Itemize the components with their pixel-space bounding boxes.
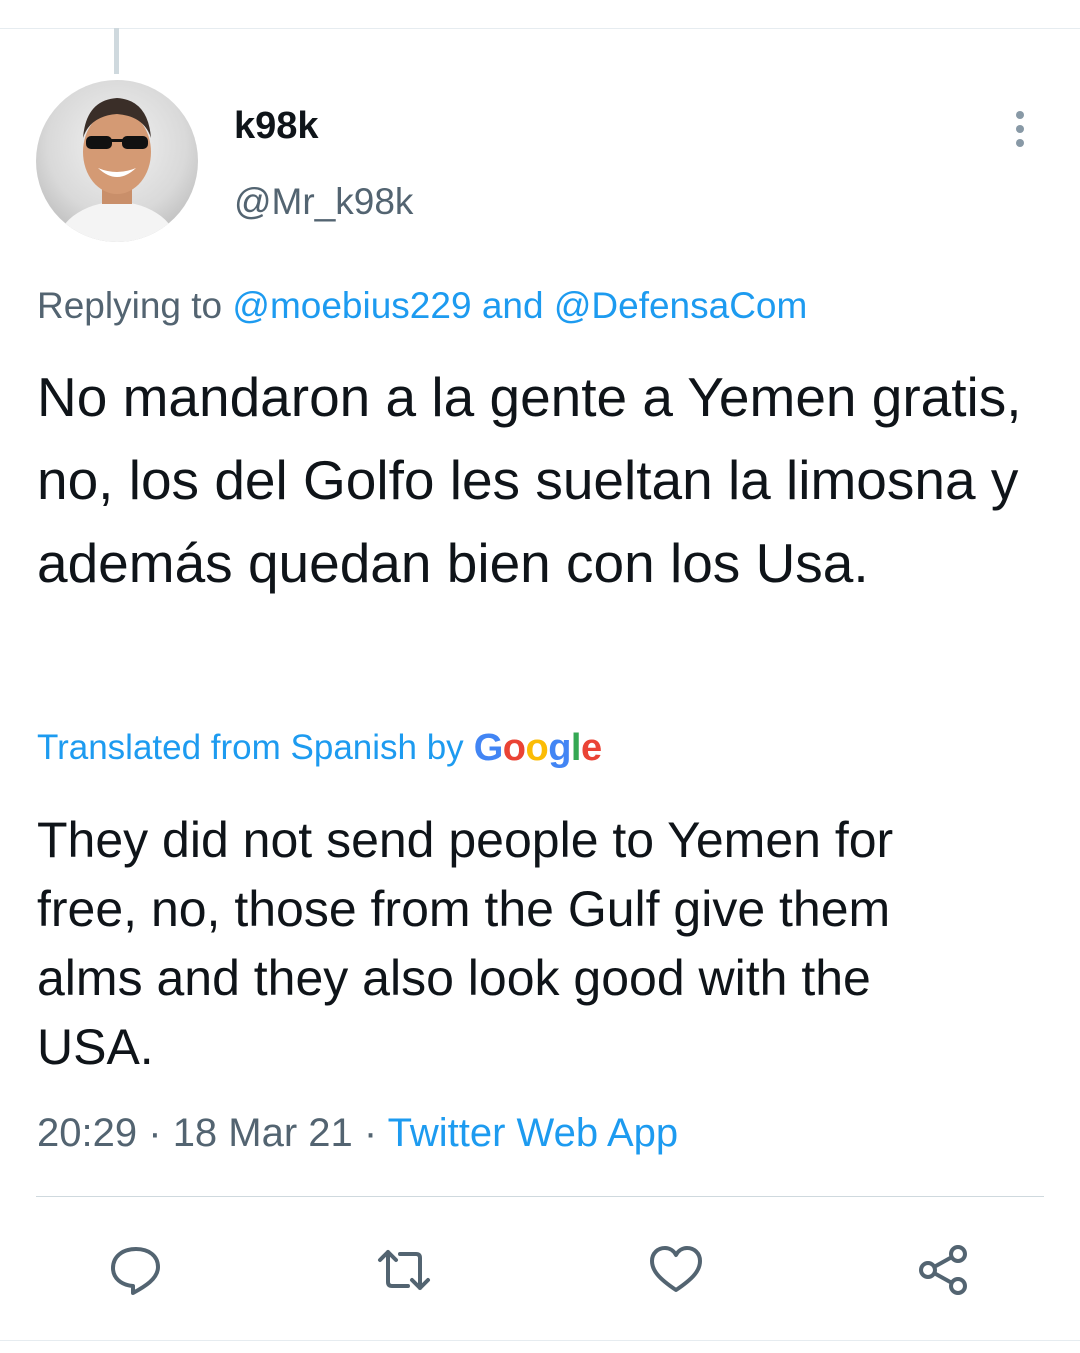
- retweet-icon: [378, 1250, 430, 1290]
- avatar[interactable]: [36, 80, 198, 242]
- user-handle[interactable]: @Mr_k98k: [234, 180, 413, 224]
- translation-attribution[interactable]: Translated from Spanish by Google: [37, 726, 602, 770]
- meta-separator: ·: [148, 1111, 162, 1155]
- thread-connector-line: [114, 28, 119, 74]
- like-button[interactable]: [636, 1230, 716, 1310]
- replying-to-label: Replying to: [37, 285, 223, 326]
- more-vertical-icon-dot: [1016, 139, 1024, 147]
- bottom-divider: [0, 1340, 1080, 1341]
- reply-button[interactable]: [96, 1230, 176, 1310]
- tweet-detail: k98k @Mr_k98k Replying to @moebius229 an…: [0, 0, 1080, 1353]
- share-icon: [919, 1245, 967, 1295]
- translated-text: They did not send people to Yemen for fr…: [37, 812, 894, 1075]
- tweet-time[interactable]: 20:29: [37, 1111, 137, 1155]
- more-options-button[interactable]: [1000, 102, 1040, 156]
- share-button[interactable]: [904, 1230, 984, 1310]
- display-name[interactable]: k98k: [234, 104, 319, 148]
- action-bar-divider: [36, 1196, 1044, 1197]
- tweet-source[interactable]: Twitter Web App: [388, 1111, 679, 1155]
- tweet-text: No mandaron a la gente a Yemen gratis, n…: [37, 366, 1022, 594]
- mention-defensacom[interactable]: @DefensaCom: [554, 285, 808, 326]
- mention-moebius229[interactable]: @moebius229: [232, 285, 471, 326]
- more-vertical-icon: [1016, 111, 1024, 119]
- action-bar: [0, 1230, 1080, 1310]
- tweet-date[interactable]: 18 Mar 21: [173, 1111, 353, 1155]
- more-vertical-icon-dot: [1016, 125, 1024, 133]
- heart-icon: [650, 1246, 702, 1292]
- retweet-button[interactable]: [364, 1230, 444, 1310]
- google-logo: Google: [473, 727, 602, 769]
- meta-separator: ·: [363, 1111, 378, 1155]
- reply-icon: [111, 1247, 160, 1295]
- replying-to-line: Replying to @moebius229 and @DefensaCom: [37, 284, 807, 328]
- top-divider: [0, 28, 1080, 29]
- translated-label[interactable]: Translated from Spanish by: [37, 726, 464, 770]
- replying-to-conjunction[interactable]: and: [482, 285, 544, 326]
- avatar-image: [55, 98, 179, 242]
- tweet-metadata: 20:29 · 18 Mar 21 · Twitter Web App: [37, 1108, 678, 1158]
